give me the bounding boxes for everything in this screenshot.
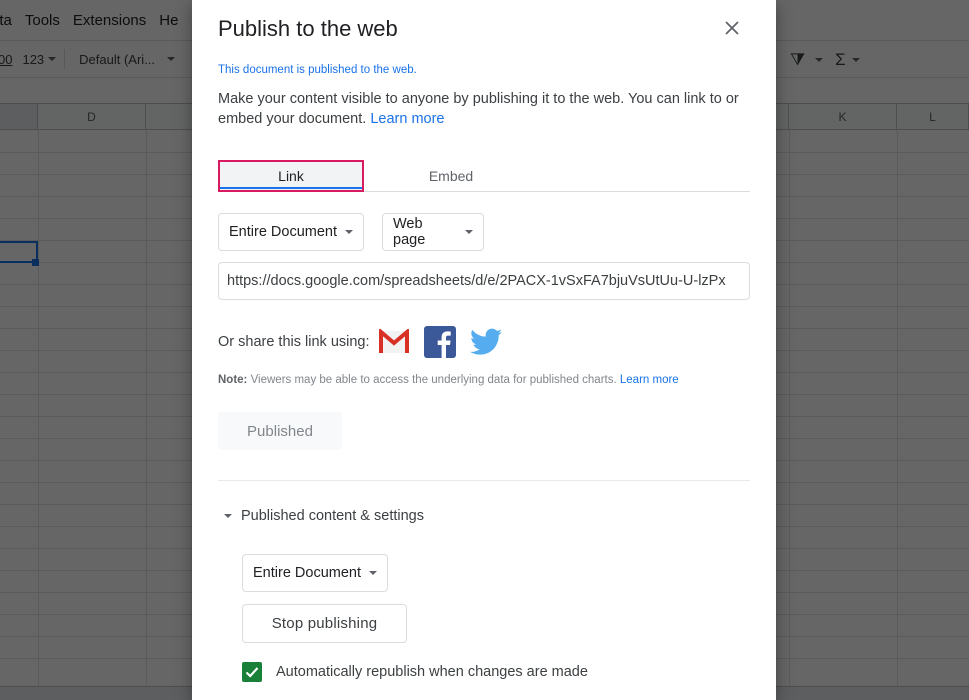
checkmark-icon (245, 667, 259, 678)
publish-scope-select[interactable]: Entire Document (218, 213, 364, 251)
caret-down-icon (224, 514, 232, 518)
auto-republish-checkbox[interactable] (242, 662, 262, 682)
facebook-share-button[interactable] (423, 326, 456, 358)
stop-publishing-button[interactable]: Stop publishing (242, 604, 407, 643)
close-button[interactable] (720, 16, 744, 40)
chevron-down-icon (465, 230, 473, 234)
share-label: Or share this link using: (218, 334, 370, 350)
note-label: Note: (218, 374, 248, 386)
published-settings-toggle[interactable]: Published content & settings (224, 508, 424, 524)
facebook-icon (423, 326, 456, 358)
publish-format-select[interactable]: Web page (382, 213, 484, 251)
gmail-icon (378, 329, 409, 353)
close-icon (725, 21, 739, 35)
description-text: Make your content visible to anyone by p… (218, 91, 739, 127)
chevron-down-icon (369, 571, 377, 575)
publish-dialog: Publish to the web This document is publ… (192, 0, 776, 700)
published-url-field[interactable] (218, 262, 750, 300)
published-button: Published (218, 412, 342, 450)
note-learn-more-link[interactable]: Learn more (620, 374, 679, 386)
section-divider (218, 480, 750, 481)
note-text: Viewers may be able to access the underl… (250, 374, 617, 386)
learn-more-link[interactable]: Learn more (370, 111, 444, 127)
auto-republish-label: Automatically republish when changes are… (276, 664, 588, 680)
charts-note: Note: Viewers may be able to access the … (218, 374, 679, 386)
auto-republish-row: Automatically republish when changes are… (242, 662, 588, 682)
tab-bar: Link Embed (218, 160, 750, 192)
dialog-description: Make your content visible to anyone by p… (218, 89, 753, 129)
published-status-message: This document is published to the web. (218, 64, 417, 76)
settings-section-label: Published content & settings (241, 508, 424, 524)
twitter-icon (469, 328, 502, 355)
tab-link[interactable]: Link (218, 160, 364, 192)
gmail-share-button[interactable] (378, 326, 410, 358)
settings-scope-select[interactable]: Entire Document (242, 554, 388, 592)
twitter-share-button[interactable] (469, 326, 502, 358)
dialog-title: Publish to the web (218, 16, 398, 41)
tab-embed[interactable]: Embed (378, 160, 524, 192)
chevron-down-icon (345, 230, 353, 234)
share-row: Or share this link using: (218, 324, 502, 360)
